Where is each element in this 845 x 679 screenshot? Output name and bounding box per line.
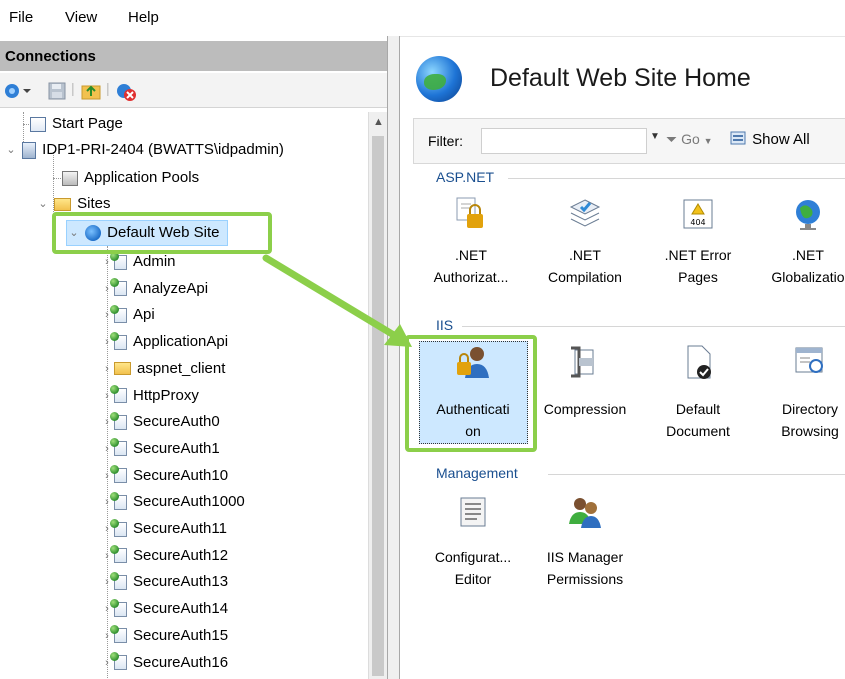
feature-net-compilation[interactable]: .NET Compilation <box>533 196 637 296</box>
menu-help[interactable]: Help <box>128 9 159 26</box>
application-icon <box>110 465 127 484</box>
save-icon[interactable] <box>48 82 66 103</box>
start-page-icon <box>30 116 46 132</box>
tree-item-secureauth11[interactable]: › SecureAuth11 <box>100 517 227 541</box>
connections-header: Connections <box>0 41 387 71</box>
feature-net-error-pages[interactable]: 404 .NET Error Pages <box>646 196 750 296</box>
tree-item-secureauth13[interactable]: › SecureAuth13 <box>100 570 228 594</box>
highlight-authentication <box>405 335 537 452</box>
tree-item-secureauth10[interactable]: › SecureAuth10 <box>100 464 228 488</box>
tree-item-aspnet-client[interactable]: › aspnet_client <box>100 357 225 381</box>
pane-splitter[interactable] <box>388 36 400 679</box>
application-icon <box>110 625 127 644</box>
feature-net-globalization[interactable]: .NET Globalizatio <box>756 196 845 296</box>
application-icon <box>110 385 127 404</box>
tree-item-secureauth16[interactable]: › SecureAuth16 <box>100 651 228 675</box>
go-button[interactable]: ⏷ Go ▼ <box>666 131 713 148</box>
folder-icon <box>114 362 131 376</box>
server-icon <box>22 141 37 159</box>
tree-item-start-page[interactable]: Start Page <box>30 112 123 136</box>
application-icon <box>110 251 127 270</box>
tree-item-api[interactable]: › Api <box>100 303 155 327</box>
tree-item-secureauth1000[interactable]: › SecureAuth1000 <box>100 490 245 514</box>
tree-item-secureauth0[interactable]: › SecureAuth0 <box>100 410 220 434</box>
application-icon <box>110 491 127 510</box>
tree-item-httpproxy[interactable]: › HttpProxy <box>100 384 199 408</box>
application-icon <box>110 278 127 297</box>
feature-configuration-editor[interactable]: Configurat... Editor <box>421 494 525 594</box>
error-pages-404-icon: 404 <box>683 199 713 229</box>
filter-label: Filter: <box>428 133 463 149</box>
group-management: Management <box>436 465 518 481</box>
toolbar-separator: | <box>71 80 75 96</box>
show-all-button[interactable]: Show All <box>730 131 810 148</box>
toolbar-separator: | <box>106 80 110 96</box>
chevron-down-icon[interactable]: ⌄ <box>36 192 50 216</box>
application-icon <box>110 571 127 590</box>
application-icon <box>110 438 127 457</box>
chevron-right-icon[interactable]: › <box>100 357 114 381</box>
connections-toolbar: | | <box>0 73 387 108</box>
feature-iis-manager-permissions[interactable]: IIS Manager Permissions <box>533 494 637 594</box>
application-icon <box>110 518 127 537</box>
group-aspnet: ASP.NET <box>436 169 495 185</box>
disconnect-icon[interactable] <box>115 82 137 105</box>
show-all-icon <box>730 131 746 145</box>
compression-clamp-icon <box>571 346 594 378</box>
app-pools-icon <box>62 170 78 186</box>
filter-bar: Filter: ▼ ⏷ Go ▼ Show All <box>413 118 845 164</box>
tree-item-secureauth15[interactable]: › SecureAuth15 <box>100 624 228 648</box>
tree-item-app-pools[interactable]: Application Pools <box>62 166 199 190</box>
authorization-lock-icon <box>456 197 483 228</box>
connect-icon[interactable] <box>4 82 34 103</box>
feature-compression[interactable]: Compression <box>533 344 637 444</box>
menu-view[interactable]: View <box>65 9 97 26</box>
configuration-editor-icon <box>460 497 486 527</box>
tree-item-applicationapi[interactable]: › ApplicationApi <box>100 330 228 354</box>
website-globe-icon <box>416 56 462 102</box>
application-icon <box>110 331 127 350</box>
scroll-up-icon[interactable]: ▲ <box>373 116 384 128</box>
compilation-layers-icon <box>569 199 601 227</box>
tree-scrollbar[interactable]: ▲ <box>368 112 387 679</box>
application-icon <box>110 411 127 430</box>
feature-net-authorization[interactable]: .NET Authorizat... <box>419 196 523 296</box>
tree-item-analyzeapi[interactable]: › AnalyzeApi <box>100 277 208 301</box>
menu-bar: File View Help <box>0 0 845 37</box>
up-folder-icon[interactable] <box>81 82 101 103</box>
tree-item-server[interactable]: ⌄ IDP1-PRI-2404 (BWATTS\idpadmin) <box>4 138 284 162</box>
application-icon <box>110 304 127 323</box>
feature-default-document[interactable]: Default Document <box>646 344 750 444</box>
tree-item-secureauth14[interactable]: › SecureAuth14 <box>100 597 228 621</box>
directory-browsing-icon <box>795 347 823 373</box>
scrollbar-thumb[interactable] <box>372 136 384 676</box>
tree-item-secureauth12[interactable]: › SecureAuth12 <box>100 544 228 568</box>
application-icon <box>110 652 127 671</box>
group-iis: IIS <box>436 317 454 333</box>
tree-item-secureauth1[interactable]: › SecureAuth1 <box>100 437 220 461</box>
feature-directory-browsing[interactable]: Directory Browsing <box>758 344 845 444</box>
filter-input[interactable] <box>481 128 647 154</box>
application-icon <box>110 598 127 617</box>
highlight-default-site <box>52 212 272 254</box>
filter-dropdown-icon[interactable]: ▼ <box>650 131 660 142</box>
globalization-globe-icon <box>796 200 820 230</box>
sites-folder-icon <box>54 197 72 211</box>
page-title: Default Web Site Home <box>490 64 751 92</box>
application-icon <box>110 545 127 564</box>
chevron-down-icon[interactable]: ⌄ <box>4 138 18 162</box>
funnel-icon: ⏷ <box>666 131 678 147</box>
menu-file[interactable]: File <box>9 9 33 26</box>
manager-permissions-users-icon <box>569 498 601 528</box>
svg-text:404: 404 <box>690 218 705 227</box>
default-document-icon <box>687 345 711 379</box>
